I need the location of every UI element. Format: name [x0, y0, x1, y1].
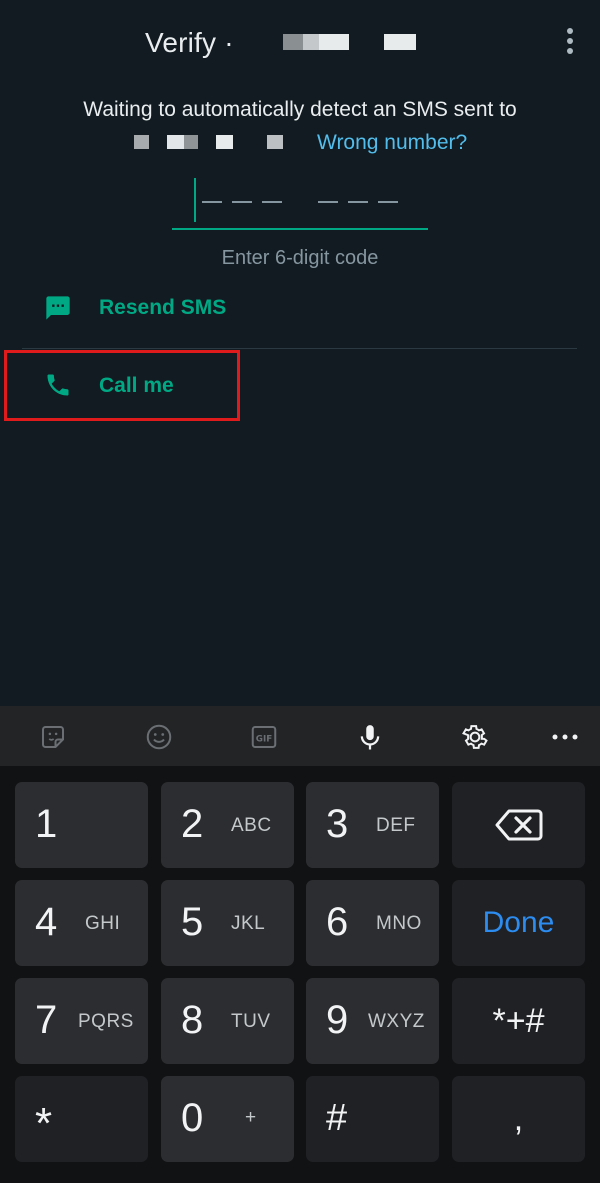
key-letters: MNO: [376, 913, 422, 934]
key-digit: 6: [326, 900, 349, 944]
page-title: Verify ·: [145, 27, 234, 59]
title-text: Verify: [145, 27, 217, 58]
digit-slot: [318, 201, 338, 203]
numeric-keypad: 1 2 ABC 3 DEF 4 GHI 5 JKL 6 MNO Done 7 P…: [0, 766, 600, 1183]
hash-key[interactable]: #: [306, 1076, 439, 1162]
key-7[interactable]: 7 PQRS: [15, 978, 148, 1064]
key-6[interactable]: 6 MNO: [306, 880, 439, 966]
emoji-icon[interactable]: [144, 722, 174, 752]
key-letters: JKL: [231, 913, 266, 934]
star-key[interactable]: *: [15, 1076, 148, 1162]
sms-icon: [46, 296, 70, 320]
key-digit: 4: [35, 900, 58, 944]
gif-label: GIF: [256, 734, 272, 744]
app-bar: Verify ·: [0, 0, 600, 86]
key-letters: ABC: [231, 815, 272, 836]
digit-slot: [348, 201, 368, 203]
redacted-phone-title-2: [384, 34, 416, 50]
key-2[interactable]: 2 ABC: [161, 782, 294, 868]
star-label: *: [35, 1099, 53, 1148]
key-digit: 9: [326, 998, 349, 1042]
settings-icon[interactable]: [460, 722, 490, 752]
key-8[interactable]: 8 TUV: [161, 978, 294, 1064]
digit-slot: [202, 201, 222, 203]
hash-label: #: [326, 1097, 348, 1139]
divider: [22, 348, 577, 349]
sticker-icon[interactable]: [38, 722, 68, 752]
resend-sms-label: Resend SMS: [99, 296, 227, 319]
backspace-icon: [495, 809, 542, 841]
code-input[interactable]: [172, 176, 428, 230]
digit-slot: [262, 201, 282, 203]
key-3[interactable]: 3 DEF: [306, 782, 439, 868]
more-icon[interactable]: [550, 722, 580, 752]
symbols-label: *+#: [492, 1001, 545, 1040]
comma-label: ,: [513, 1099, 524, 1138]
key-letters: WXYZ: [368, 1011, 425, 1032]
key-9[interactable]: 9 WXYZ: [306, 978, 439, 1064]
key-digit: 0: [181, 1096, 204, 1140]
key-4[interactable]: 4 GHI: [15, 880, 148, 966]
highlight-box: [4, 350, 240, 421]
key-1[interactable]: 1: [15, 782, 148, 868]
key-digit: 5: [181, 900, 204, 944]
key-digit: 2: [181, 802, 204, 846]
mic-icon[interactable]: [355, 722, 385, 752]
key-digit: 3: [326, 802, 349, 846]
key-letters: PQRS: [78, 1011, 134, 1032]
key-5[interactable]: 5 JKL: [161, 880, 294, 966]
key-digit: 8: [181, 998, 204, 1042]
digit-slot: [232, 201, 252, 203]
symbols-key[interactable]: *+#: [452, 978, 585, 1064]
resend-sms-button[interactable]: Resend SMS: [0, 277, 600, 337]
title-separator: ·: [224, 27, 234, 58]
done-label: Done: [482, 906, 555, 939]
gif-icon[interactable]: GIF: [249, 722, 279, 752]
key-digit: 1: [35, 802, 58, 846]
key-letters: TUV: [231, 1011, 271, 1032]
more-vert-icon[interactable]: [564, 28, 576, 56]
backspace-key[interactable]: [452, 782, 585, 868]
digit-slot: [378, 201, 398, 203]
key-digit: 7: [35, 998, 58, 1042]
key-letters: +: [245, 1107, 257, 1128]
key-letters: DEF: [376, 815, 416, 836]
waiting-text: Waiting to automatically detect an SMS s…: [83, 98, 517, 121]
wrong-number-link[interactable]: Wrong number?: [317, 131, 467, 155]
redacted-phone-title: [283, 34, 349, 50]
done-key[interactable]: Done: [452, 880, 585, 966]
text-cursor: [194, 178, 196, 222]
keyboard-toolbar: GIF: [0, 706, 600, 766]
key-letters: GHI: [85, 913, 121, 934]
key-0[interactable]: 0 +: [161, 1076, 294, 1162]
comma-key[interactable]: ,: [452, 1076, 585, 1162]
verify-screen: Verify · Waiting to automatically detect…: [0, 0, 600, 706]
code-hint: Enter 6-digit code: [221, 247, 379, 269]
